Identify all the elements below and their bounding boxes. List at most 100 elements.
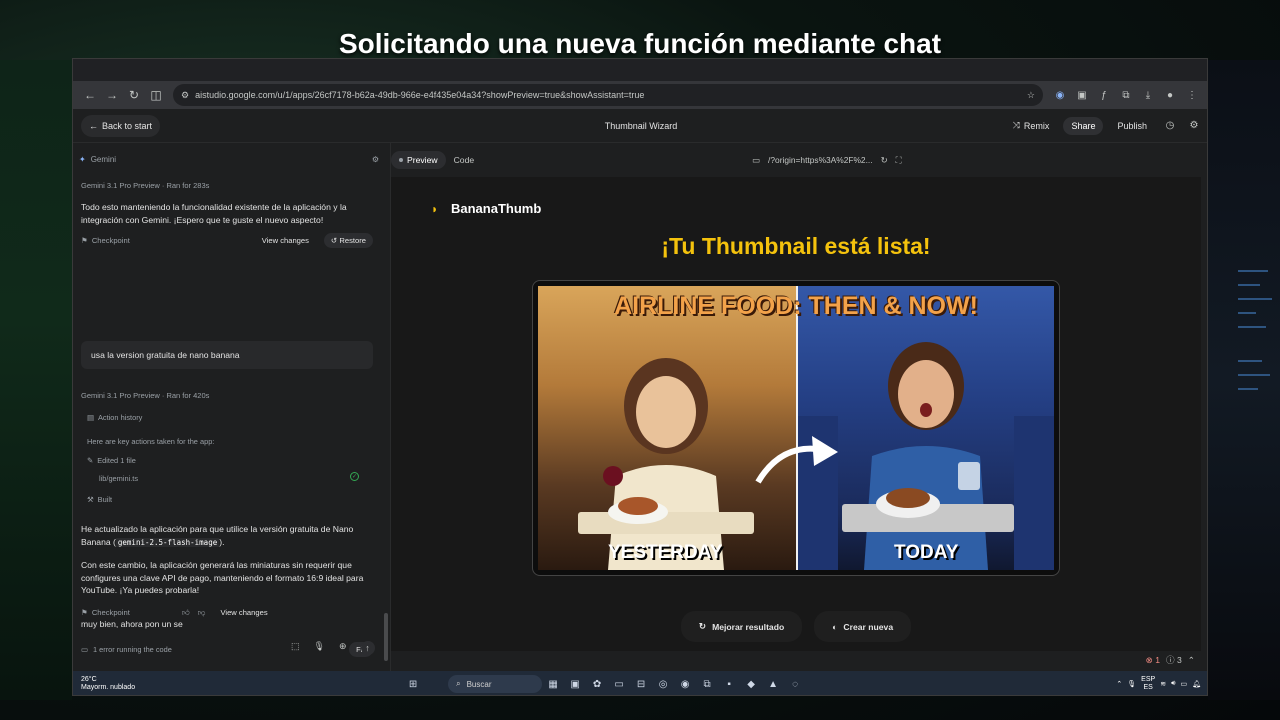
app-icon[interactable]: ◌ <box>787 676 803 692</box>
video-caption: Solicitando una nueva función mediante c… <box>338 28 942 59</box>
error-count[interactable]: ⊗ 1 <box>1146 655 1160 666</box>
taskbar-search[interactable]: ⌕ Buscar <box>448 675 543 693</box>
profile-icon[interactable]: ● <box>1161 86 1179 104</box>
checkpoint-label: Checkpoint <box>91 236 130 245</box>
view-changes-button[interactable]: View changes <box>213 605 274 620</box>
info-count[interactable]: ⓘ 3 <box>1166 654 1182 666</box>
refresh-icon[interactable]: ↻ <box>881 155 888 165</box>
improve-result-button[interactable]: ↻ Mejorar resultado <box>680 611 803 642</box>
back-arrow-icon[interactable]: ← <box>79 84 101 106</box>
app-header: ← Back to start Thumbnail Wizard ⤨ Remix… <box>73 109 1207 143</box>
os-taskbar: 26°C Mayorm. nublado ⊞ ⌕ Buscar ▦ ▣ ✿ ▭ … <box>73 671 1207 695</box>
device-icon[interactable]: ▭ <box>752 155 760 165</box>
send-arrow-icon[interactable]: ↑ <box>360 641 375 655</box>
extension-icon[interactable]: ◉ <box>1051 86 1069 104</box>
check-success-icon: ✓ <box>350 472 359 481</box>
microphone-icon[interactable]: 🎙︎ <box>314 641 325 655</box>
restore-button[interactable]: ↺ Restore <box>323 233 373 248</box>
fullscreen-icon[interactable]: ⛶ <box>896 155 902 166</box>
remix-icon: ⤨ <box>1012 120 1020 130</box>
battery-icon[interactable]: ▭ <box>1180 680 1187 688</box>
weather-widget[interactable]: 26°C Mayorm. nublado <box>81 676 135 692</box>
terminal-app-icon[interactable]: ▪ <box>721 676 737 692</box>
chevron-up-icon[interactable]: ⌃ <box>1188 655 1195 666</box>
edited-file-link[interactable]: lib/gemini.ts <box>99 474 138 483</box>
mic-tray-icon[interactable]: 🎙︎ <box>1127 680 1136 688</box>
windows-start-icon[interactable]: ⊞ <box>405 676 421 692</box>
assistant-message: Todo esto manteniendo la funcionalidad e… <box>81 202 347 225</box>
tab-code[interactable]: Code <box>446 151 483 169</box>
reload-icon[interactable]: ↻ <box>123 84 145 106</box>
refresh-icon: ↻ <box>698 621 707 631</box>
key-actions-text: Here are key actions taken for the app: <box>87 437 215 446</box>
download-icon[interactable]: ⤓ <box>1139 86 1157 104</box>
edited-files-row[interactable]: ✎ Edited 1 file <box>87 456 136 465</box>
store-icon[interactable]: ⊟ <box>633 676 649 692</box>
wifi-icon[interactable]: ≋ <box>1160 680 1166 688</box>
chat-panel: ✦ Gemini ⚙ Gemini 3.1 Pro Preview · Ran … <box>73 143 391 673</box>
address-bar[interactable]: ⚙ aistudio.google.com/u/1/apps/26cf7178-… <box>173 84 1043 106</box>
file-explorer-icon[interactable]: ▭ <box>611 676 627 692</box>
edge-icon[interactable]: ◎ <box>655 676 671 692</box>
task-view-icon[interactable]: ▦ <box>545 676 561 692</box>
action-history-toggle[interactable]: ▤ Action history <box>87 413 142 422</box>
headline: ¡Tu Thumbnail está lista! <box>661 233 931 259</box>
app-icon[interactable]: ◆ <box>743 676 759 692</box>
tab-preview[interactable]: Preview <box>391 151 446 169</box>
chat-settings-icon[interactable]: ⚙ <box>372 155 379 164</box>
preview-actions: ↻ Mejorar resultado ◐ Crear nueva <box>391 611 1201 642</box>
chat-input[interactable]: muy bien, ahora pon un se <box>81 619 381 635</box>
bookmark-star-icon[interactable]: ☆ <box>1027 90 1035 101</box>
gemini-spark-icon: ✦ <box>79 155 86 164</box>
widgets-icon[interactable]: ▣ <box>567 676 583 692</box>
message-actions-row: ⚑ Checkpoint 👍︎ 👎︎ View changes <box>81 605 373 620</box>
script-extension-icon[interactable]: ƒ <box>1095 86 1113 104</box>
back-to-start-button[interactable]: ← Back to start <box>81 114 161 137</box>
add-circle-icon[interactable]: ⊕ <box>339 641 347 655</box>
brand-logo: ◗ BananaThumb <box>431 201 542 216</box>
menu-kebab-icon[interactable]: ⋮ <box>1183 86 1201 104</box>
cursor-select-icon[interactable]: ⬚ <box>291 641 300 655</box>
thumbnail-frame: AIRLINE FOOD: THEN & NOW! YESTERDAY TODA… <box>532 280 1060 576</box>
copilot-icon[interactable]: ✿ <box>589 676 605 692</box>
thumbnail-title: AIRLINE FOOD: THEN & NOW! <box>614 292 978 320</box>
notification-bell-icon[interactable]: 🔔︎ <box>1192 680 1201 688</box>
status-indicators: ⊗ 1 ⓘ 3 ⌃ <box>1146 654 1195 666</box>
remix-button[interactable]: ⤨ Remix <box>1005 116 1058 135</box>
camera-extension-icon[interactable]: ▣ <box>1073 86 1091 104</box>
view-changes-button[interactable]: View changes <box>255 233 316 248</box>
app-icon[interactable]: ▲ <box>765 676 781 692</box>
history-list-icon: ▤ <box>87 413 94 422</box>
caption-today: TODAY <box>894 542 959 563</box>
thumbs-up-icon[interactable]: 👍︎ <box>182 608 190 618</box>
search-icon: ⌕ <box>456 679 461 688</box>
chat-scrollbar[interactable] <box>384 613 388 661</box>
create-new-button[interactable]: ◐ Crear nueva <box>814 611 912 642</box>
split-view-icon[interactable]: ◫ <box>145 84 167 106</box>
publish-button[interactable]: Publish <box>1109 117 1155 135</box>
passenger-illustration <box>798 342 1054 570</box>
model-code: gemini-2.5-flash-image <box>115 537 220 547</box>
system-tray: ⌃ 🎙︎ ESP ES ≋ 🔊︎ ▭ 🔔︎ <box>1116 676 1201 692</box>
forward-arrow-icon[interactable]: → <box>101 84 123 106</box>
browser-toolbar: ← → ↻ ◫ ⚙ aistudio.google.com/u/1/apps/2… <box>73 81 1207 109</box>
thumbnail-right-scene <box>798 286 1054 570</box>
banana-icon: ◗ <box>431 201 439 216</box>
arrow-left-icon: ← <box>89 120 98 131</box>
chrome-icon[interactable]: ◉ <box>677 676 693 692</box>
volume-icon[interactable]: 🔊︎ <box>1171 680 1175 688</box>
preview-canvas: ◗ BananaThumb ¡Tu Thumbnail está lista! <box>391 177 1201 651</box>
puzzle-extensions-icon[interactable]: ⧉ <box>1117 86 1135 104</box>
history-icon[interactable]: ◷ <box>1161 117 1179 135</box>
site-info-icon[interactable]: ⚙ <box>181 90 189 101</box>
tray-chevron-icon[interactable]: ⌃ <box>1116 680 1122 688</box>
thumbs-down-icon[interactable]: 👎︎ <box>198 608 206 618</box>
message-meta: Gemini 3.1 Pro Preview · Ran for 283s <box>81 181 210 190</box>
background-left <box>0 60 72 700</box>
edit-pencil-icon: ✎ <box>87 456 94 465</box>
app-icon[interactable]: ⧉ <box>699 676 715 692</box>
language-indicator[interactable]: ESP ES <box>1141 676 1155 692</box>
settings-gear-icon[interactable]: ⚙ <box>1185 117 1203 135</box>
share-button[interactable]: Share <box>1063 116 1104 135</box>
screen: ← → ↻ ◫ ⚙ aistudio.google.com/u/1/apps/2… <box>72 58 1208 696</box>
